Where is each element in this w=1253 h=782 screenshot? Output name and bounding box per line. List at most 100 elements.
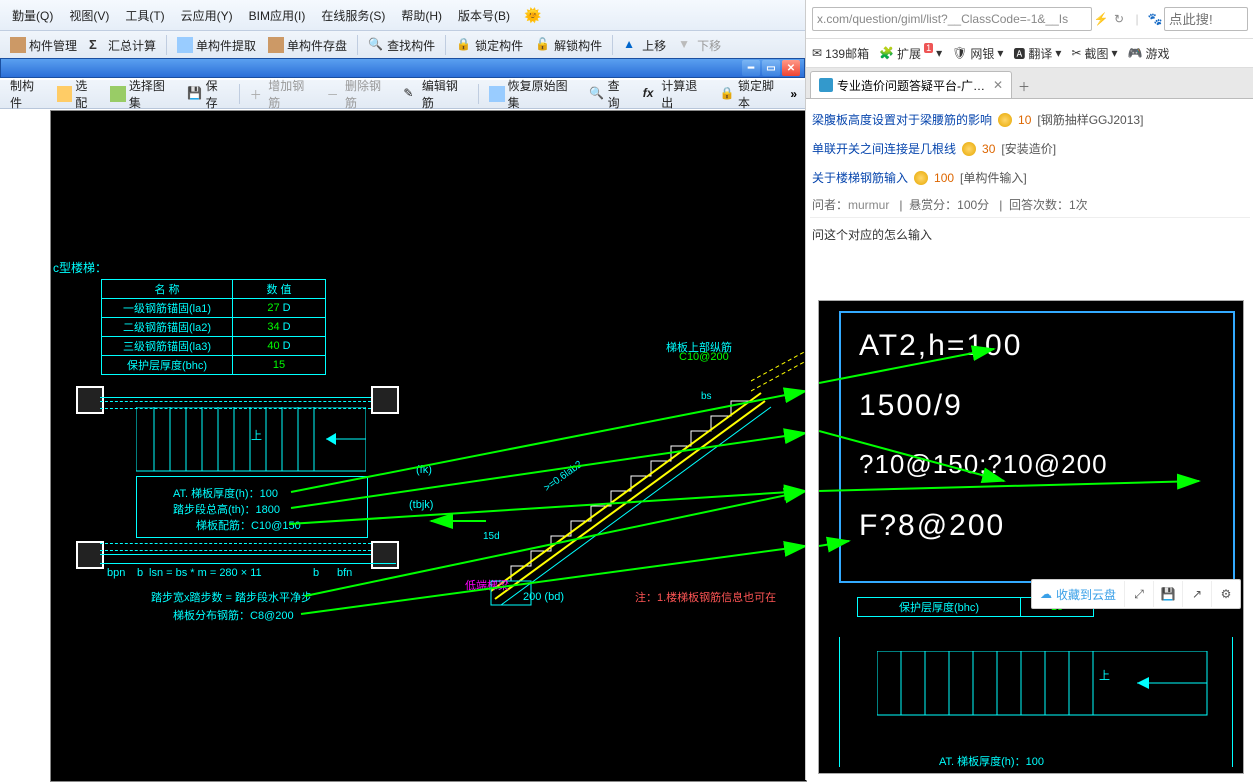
bm-trans[interactable]: 🅰 翻译 ▾ <box>1013 45 1061 62</box>
btn-save[interactable]: 💾保存 <box>181 82 235 106</box>
q3-link[interactable]: 关于楼梯钢筋输入 <box>812 169 908 186</box>
window-close-button[interactable]: ✕ <box>782 60 800 76</box>
menu-qty[interactable]: 勤量(Q) <box>4 7 61 24</box>
question-row[interactable]: 单联开关之间连接是几根线 30 [安装造价] <box>810 134 1250 163</box>
sun-icon[interactable]: 🌞 <box>524 7 541 24</box>
row2-name: 二级钢筋锚固(la2) <box>102 318 233 337</box>
tab-close-icon[interactable]: ✕ <box>993 78 1003 92</box>
low-beam-label: 低端梯梁 <box>465 577 509 593</box>
plan-col-br <box>371 541 399 569</box>
row4-name: 保护层厚度(bhc) <box>102 356 233 375</box>
btn-restore[interactable]: 恢复原始图集 <box>483 82 583 106</box>
mini-up: 上 <box>1099 667 1110 683</box>
foot2: 梯板分布钢筋：C8@200 <box>173 607 294 623</box>
menu-tools[interactable]: 工具(T) <box>117 7 172 24</box>
bm-bank[interactable]: 🛡 网银 ▾ <box>952 45 1003 62</box>
flash-icon[interactable]: ⚡ <box>1092 10 1110 28</box>
bm-ext[interactable]: 🧩 扩展1 ▾ <box>879 45 942 62</box>
btn-extract[interactable]: 单构件提取 <box>171 33 262 57</box>
bm-game[interactable]: 🎮 游戏 <box>1128 45 1170 62</box>
separator <box>239 84 240 104</box>
window-max-button[interactable]: ▭ <box>762 60 780 76</box>
btn-del-rebar: －删除钢筋 <box>321 82 398 106</box>
label: 计算退出 <box>661 77 707 111</box>
question-list: 梁腹板高度设置对于梁腰筋的影响 10 [钢筋抽样GGJ2013] 单联开关之间连… <box>806 99 1253 259</box>
btn-save-part[interactable]: 单构件存盘 <box>262 33 353 57</box>
btn-query[interactable]: 🔍查询 <box>583 82 637 106</box>
menu-bim[interactable]: BIM应用(I) <box>241 7 314 24</box>
menu-help[interactable]: 帮助(H) <box>393 7 450 24</box>
share-icon[interactable]: ↗ <box>1182 581 1211 607</box>
q2-pts: 30 <box>982 142 995 156</box>
bs-label: bs <box>701 391 712 402</box>
btn-find[interactable]: 🔍查找构件 <box>362 33 441 57</box>
cad-title: c型楼梯： <box>53 259 107 276</box>
separator <box>445 35 446 55</box>
label: 139邮箱 <box>825 45 869 62</box>
question-row[interactable]: 关于楼梯钢筋输入 100 [单构件输入] <box>810 163 1250 192</box>
label: 构件管理 <box>29 37 77 54</box>
btn-lock[interactable]: 🔒锁定构件 <box>450 33 529 57</box>
toolbar-overflow[interactable]: » <box>790 87 797 101</box>
dim-line <box>100 563 396 564</box>
menu-cloud[interactable]: 云应用(Y) <box>173 7 241 24</box>
browser-tab-active[interactable]: 专业造价问题答疑平台-广联达 ✕ <box>810 71 1012 98</box>
tbjk-label: (tbjk) <box>409 499 433 511</box>
label: 汇总计算 <box>108 37 156 54</box>
label: 删除钢筋 <box>345 77 391 111</box>
expand-icon[interactable]: ⤢ <box>1124 581 1153 607</box>
btn-lock-script[interactable]: 🔒锁定脚本 <box>714 82 791 106</box>
btn-up[interactable]: ▲上移 <box>617 33 672 57</box>
btn-select-match[interactable]: 选配 <box>51 82 105 106</box>
bookmark-bar: ✉ 139邮箱 🧩 扩展1 ▾ 🛡 网银 ▾ 🅰 翻译 ▾ ✂ 截图 ▾ 🎮 游… <box>806 39 1253 68</box>
separator <box>478 84 479 104</box>
bd-label: 200 (bd) <box>523 591 564 603</box>
label: 保存 <box>206 77 229 111</box>
window-min-button[interactable]: ━ <box>742 60 760 76</box>
cad-canvas[interactable]: c型楼梯： 名 称数 值 一级钢筋锚固(la1)27 D 二级钢筋锚固(la2)… <box>50 110 807 782</box>
bpn: bpn <box>107 567 125 579</box>
up-arrow-label: 上 <box>251 427 262 443</box>
label: 单构件提取 <box>196 37 256 54</box>
answer-image: AT2,h=100 1500/9 ?10@150;?10@200 F?8@200… <box>818 300 1244 774</box>
separator <box>357 35 358 55</box>
url-input[interactable] <box>812 7 1092 31</box>
refresh-icon[interactable]: ↻ <box>1110 10 1128 28</box>
btn-edit-rebar[interactable]: ✎编辑钢筋 <box>397 82 474 106</box>
label: 制构件 <box>10 77 45 111</box>
q1-link[interactable]: 梁腹板高度设置对于梁腰筋的影响 <box>812 111 992 128</box>
q2-link[interactable]: 单联开关之间连接是几根线 <box>812 140 956 157</box>
menu-online[interactable]: 在线服务(S) <box>313 7 393 24</box>
foot1: 踏步宽x踏步数 = 踏步段水平净步 <box>151 589 312 605</box>
btn-calc-exit[interactable]: fx计算退出 <box>637 82 714 106</box>
search-input[interactable] <box>1164 7 1248 31</box>
save-icon[interactable]: 💾 <box>1153 581 1182 607</box>
btn-select-atlas[interactable]: 选择图集 <box>104 82 181 106</box>
q1-pts: 10 <box>1018 113 1031 127</box>
tab-new-button[interactable]: ＋ <box>1012 74 1036 98</box>
mini-r1: 保护层厚度(bhc) <box>858 598 1021 617</box>
label: 锁定构件 <box>475 37 523 54</box>
btn-component-manage[interactable]: 构件管理 <box>4 33 83 57</box>
btn-down: ▼下移 <box>672 33 727 57</box>
paw-icon[interactable]: 🐾 <box>1146 10 1164 28</box>
btn-unlock[interactable]: 🔓解锁构件 <box>529 33 608 57</box>
coin-icon <box>914 171 928 185</box>
menu-version[interactable]: 版本号(B) <box>450 7 518 24</box>
label: 选择图集 <box>129 77 175 111</box>
question-row[interactable]: 梁腹板高度设置对于梁腰筋的影响 10 [钢筋抽样GGJ2013] <box>810 105 1250 134</box>
gear-icon[interactable]: ⚙ <box>1211 581 1240 607</box>
btn-make-part[interactable]: 制构件 <box>4 82 51 106</box>
bm-mail[interactable]: ✉ 139邮箱 <box>812 45 869 62</box>
label: 扩展 <box>897 45 921 62</box>
b1: b <box>137 567 143 579</box>
save-to-cloud-button[interactable]: ☁收藏到云盘 <box>1032 586 1124 603</box>
separator <box>612 35 613 55</box>
cloud-icon: ☁ <box>1040 587 1052 601</box>
fk-label: (fk) <box>416 464 432 476</box>
label: 恢复原始图集 <box>508 77 578 111</box>
bm-shot[interactable]: ✂ 截图 ▾ <box>1071 45 1117 62</box>
asker: murmur <box>848 198 889 212</box>
btn-sum-calc[interactable]: Σ汇总计算 <box>83 33 162 57</box>
menu-view[interactable]: 视图(V) <box>61 7 117 24</box>
